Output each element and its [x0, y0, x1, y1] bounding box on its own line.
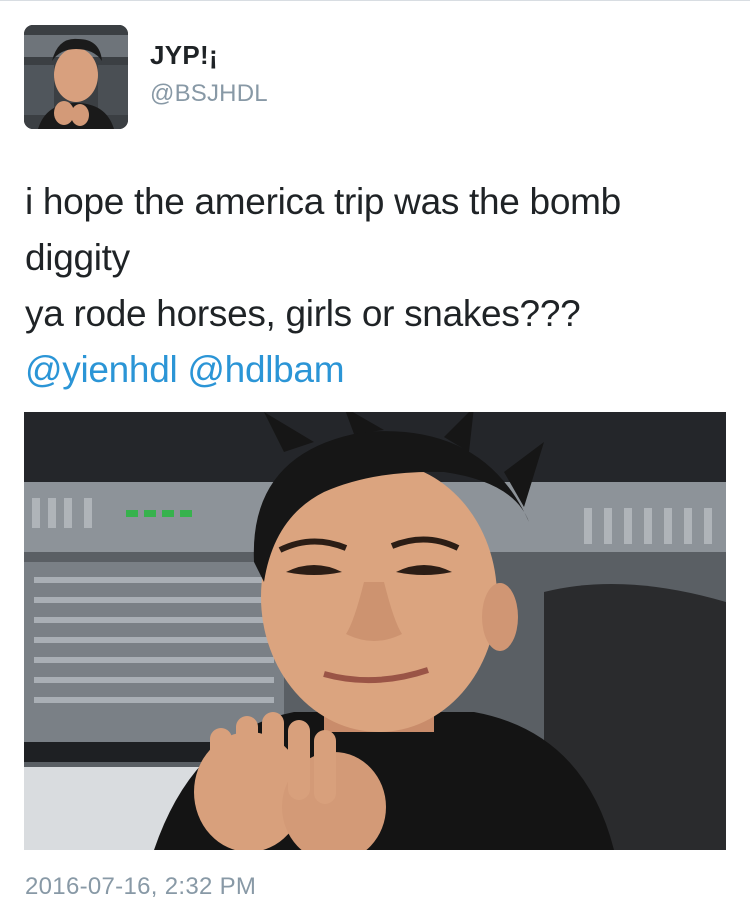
tweet-text: i hope the america trip was the bomb dig…: [25, 174, 725, 398]
user-handle[interactable]: @BSJHDL: [150, 80, 268, 108]
tweet-card: JYP!¡ @BSJHDL i hope the america trip wa…: [0, 0, 750, 922]
tweet-line: diggity: [25, 237, 130, 278]
photo-image: [24, 412, 726, 850]
mention-link-hdlbam[interactable]: @hdlbam: [187, 349, 344, 390]
avatar-image: [24, 25, 128, 129]
display-name[interactable]: JYP!¡: [150, 40, 218, 71]
tweet-line: ya rode horses, girls or snakes???: [25, 293, 581, 334]
tweet-photo[interactable]: [24, 412, 726, 850]
mention-link-yienhdl[interactable]: @yienhdl: [25, 349, 178, 390]
avatar[interactable]: [24, 25, 128, 129]
tweet-line: i hope the america trip was the bomb: [25, 181, 621, 222]
mentions-line: @yienhdl @hdlbam: [25, 342, 725, 398]
tweet-timestamp[interactable]: 2016-07-16, 2:32 PM: [25, 873, 256, 901]
